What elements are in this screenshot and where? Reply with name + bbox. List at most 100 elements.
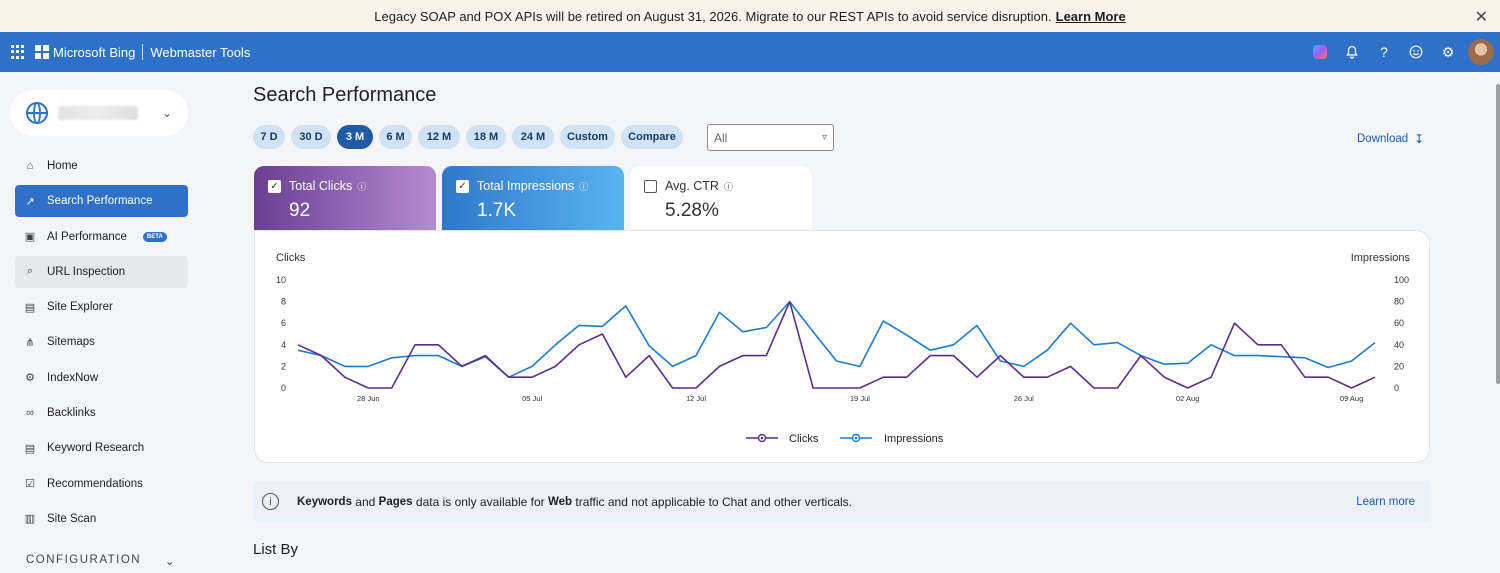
info-icon[interactable]: ⓘ xyxy=(357,180,366,193)
ai-icon: ▣ xyxy=(24,231,36,244)
range-chip-3m[interactable]: 3 M xyxy=(337,125,373,149)
info-icon[interactable]: ⓘ xyxy=(724,180,733,193)
sidebar-item-site-explorer[interactable]: ▤ Site Explorer xyxy=(15,291,188,323)
metric-value: 5.28% xyxy=(665,200,719,221)
checkbox-checked-icon[interactable]: ✓ xyxy=(456,179,469,193)
copilot-icon[interactable] xyxy=(1304,32,1336,72)
sidebar-item-label: Search Performance xyxy=(47,195,153,208)
range-chip-compare[interactable]: Compare xyxy=(621,125,683,149)
info-icon[interactable]: ⓘ xyxy=(579,180,588,193)
download-button[interactable]: Download ↧ xyxy=(1357,132,1424,146)
sidebar-item-ai-performance[interactable]: ▣ AI Performance BETA xyxy=(15,221,188,253)
scan-icon: ▥ xyxy=(24,513,36,526)
sidebar-item-label: Site Explorer xyxy=(47,301,113,314)
y-left-tick-label: 2 xyxy=(281,361,286,371)
sidebar-item-site-scan[interactable]: ▥ Site Scan xyxy=(15,503,188,535)
sidebar-item-search-performance[interactable]: ↗ Search Performance xyxy=(15,185,188,218)
chevron-down-icon[interactable]: ⌄ xyxy=(162,106,172,120)
microsoft-logo-icon xyxy=(35,45,49,59)
range-chip-24m[interactable]: 24 M xyxy=(512,125,554,149)
close-icon[interactable]: ✕ xyxy=(1475,7,1488,27)
document-icon: ▤ xyxy=(24,301,36,314)
sitemap-icon: ⋔ xyxy=(25,336,35,349)
sidebar-item-recommendations[interactable]: ☑ Recommendations xyxy=(15,468,188,500)
notice-text: traffic and not applicable to Chat and o… xyxy=(572,494,853,509)
smiley-icon[interactable] xyxy=(1400,32,1432,72)
sidebar-item-label: URL Inspection xyxy=(47,265,126,278)
y-left-tick-label: 4 xyxy=(281,340,286,350)
app-launcher-icon[interactable] xyxy=(11,45,25,59)
y-left-tick-label: 0 xyxy=(281,383,286,393)
gear-icon: ⚙ xyxy=(25,372,35,385)
performance-chart-card: Clicks Impressions 10 8 6 4 2 0 100 80 60 40 20 0 28 J… xyxy=(254,230,1430,463)
metric-value: 92 xyxy=(289,200,311,221)
site-selector[interactable]: ⌄ xyxy=(10,90,188,136)
range-chip-7d[interactable]: 7 D xyxy=(253,125,285,149)
total-impressions-card[interactable]: ✓ Total Impressions ⓘ 1.7K xyxy=(442,166,624,232)
metric-label: Avg. CTR xyxy=(665,179,719,193)
sidebar-item-sitemaps[interactable]: ⋔ Sitemaps xyxy=(15,326,188,358)
y-right-tick-label: 20 xyxy=(1394,361,1404,371)
sidebar-item-keyword-research[interactable]: ▤ Keyword Research xyxy=(15,432,188,464)
sidebar-item-url-inspection[interactable]: ⌕ URL Inspection xyxy=(15,255,188,288)
x-tick-label: 05 Jul xyxy=(522,394,542,403)
sidebar-item-home[interactable]: ⌂ Home xyxy=(15,150,188,182)
y-right-tick-label: 60 xyxy=(1394,318,1404,328)
checkbox-checked-icon[interactable]: ✓ xyxy=(268,179,281,193)
product-name[interactable]: Webmaster Tools xyxy=(150,45,250,60)
x-tick-label: 19 Jul xyxy=(850,394,870,403)
sidebar-item-label: IndexNow xyxy=(47,371,99,384)
range-chip-custom[interactable]: Custom xyxy=(560,125,615,149)
notice-text: and xyxy=(351,494,379,509)
page-scrollbar[interactable] xyxy=(1496,72,1500,572)
x-tick-label: 26 Jul xyxy=(1014,394,1034,403)
left-axis-title: Clicks xyxy=(276,252,306,264)
configuration-label: CONFIGURATION xyxy=(26,554,142,566)
sidebar-item-indexnow[interactable]: ⚙ IndexNow xyxy=(15,362,188,394)
banner-learn-more-link[interactable]: Learn More xyxy=(1056,9,1126,24)
y-right-tick-label: 80 xyxy=(1394,297,1404,307)
total-clicks-card[interactable]: ✓ Total Clicks ⓘ 92 xyxy=(254,166,436,232)
range-chip-30d[interactable]: 30 D xyxy=(291,125,331,149)
site-name-redacted xyxy=(58,106,138,120)
metric-value: 1.7K xyxy=(477,200,517,221)
x-tick-label: 12 Jul xyxy=(686,394,706,403)
trend-icon: ↗ xyxy=(25,195,35,208)
data-availability-notice: i Keywords and Pages data is only availa… xyxy=(253,481,1430,522)
beta-badge: BETA xyxy=(142,231,167,242)
sidebar-nav: ⌂ Home ↗ Search Performance ▣ AI Performance B… xyxy=(15,150,188,538)
x-tick-label: 02 Aug xyxy=(1176,394,1199,403)
top-bar-actions: ? ⚙ xyxy=(1304,32,1500,72)
x-tick-label: 09 Aug xyxy=(1340,394,1363,403)
brand-divider xyxy=(142,44,144,60)
range-chip-18m[interactable]: 18 M xyxy=(466,125,506,149)
range-chip-6m[interactable]: 6 M xyxy=(379,125,412,149)
help-icon[interactable]: ? xyxy=(1368,32,1400,72)
globe-icon xyxy=(26,102,48,124)
gear-icon[interactable]: ⚙ xyxy=(1432,32,1464,72)
x-tick-label: 28 Jun xyxy=(357,394,380,403)
configuration-section-header[interactable]: CONFIGURATION ⌄ xyxy=(26,554,176,568)
home-icon: ⌂ xyxy=(26,160,34,172)
checkbox-unchecked-icon[interactable] xyxy=(644,179,657,193)
announcement-banner: Legacy SOAP and POX APIs will be retired… xyxy=(0,0,1500,32)
chevron-down-icon[interactable]: ⌄ xyxy=(165,554,176,568)
y-right-tick-label: 0 xyxy=(1394,383,1399,393)
legend-marker-dot xyxy=(760,436,764,440)
search-type-filter[interactable]: All ▿ xyxy=(707,124,834,151)
sidebar-item-backlinks[interactable]: ∞ Backlinks xyxy=(15,397,188,429)
series-line-clicks xyxy=(297,300,1376,389)
bell-icon[interactable] xyxy=(1336,32,1368,72)
sidebar-item-label: Home xyxy=(47,160,78,172)
sidebar-item-label: Site Scan xyxy=(47,512,97,525)
page-title: Search Performance xyxy=(253,84,437,106)
chevron-down-icon: ▿ xyxy=(821,132,827,143)
avg-ctr-card[interactable]: Avg. CTR ⓘ 5.28% xyxy=(630,166,812,232)
metric-label: Total Clicks xyxy=(289,179,353,193)
range-chip-12m[interactable]: 12 M xyxy=(418,125,460,149)
brand-name[interactable]: Microsoft Bing xyxy=(53,45,135,60)
right-axis-title: Impressions xyxy=(1351,252,1411,264)
avatar[interactable] xyxy=(1468,39,1494,65)
checklist-icon: ☑ xyxy=(25,478,35,491)
notice-learn-more-link[interactable]: Learn more xyxy=(1356,496,1415,508)
